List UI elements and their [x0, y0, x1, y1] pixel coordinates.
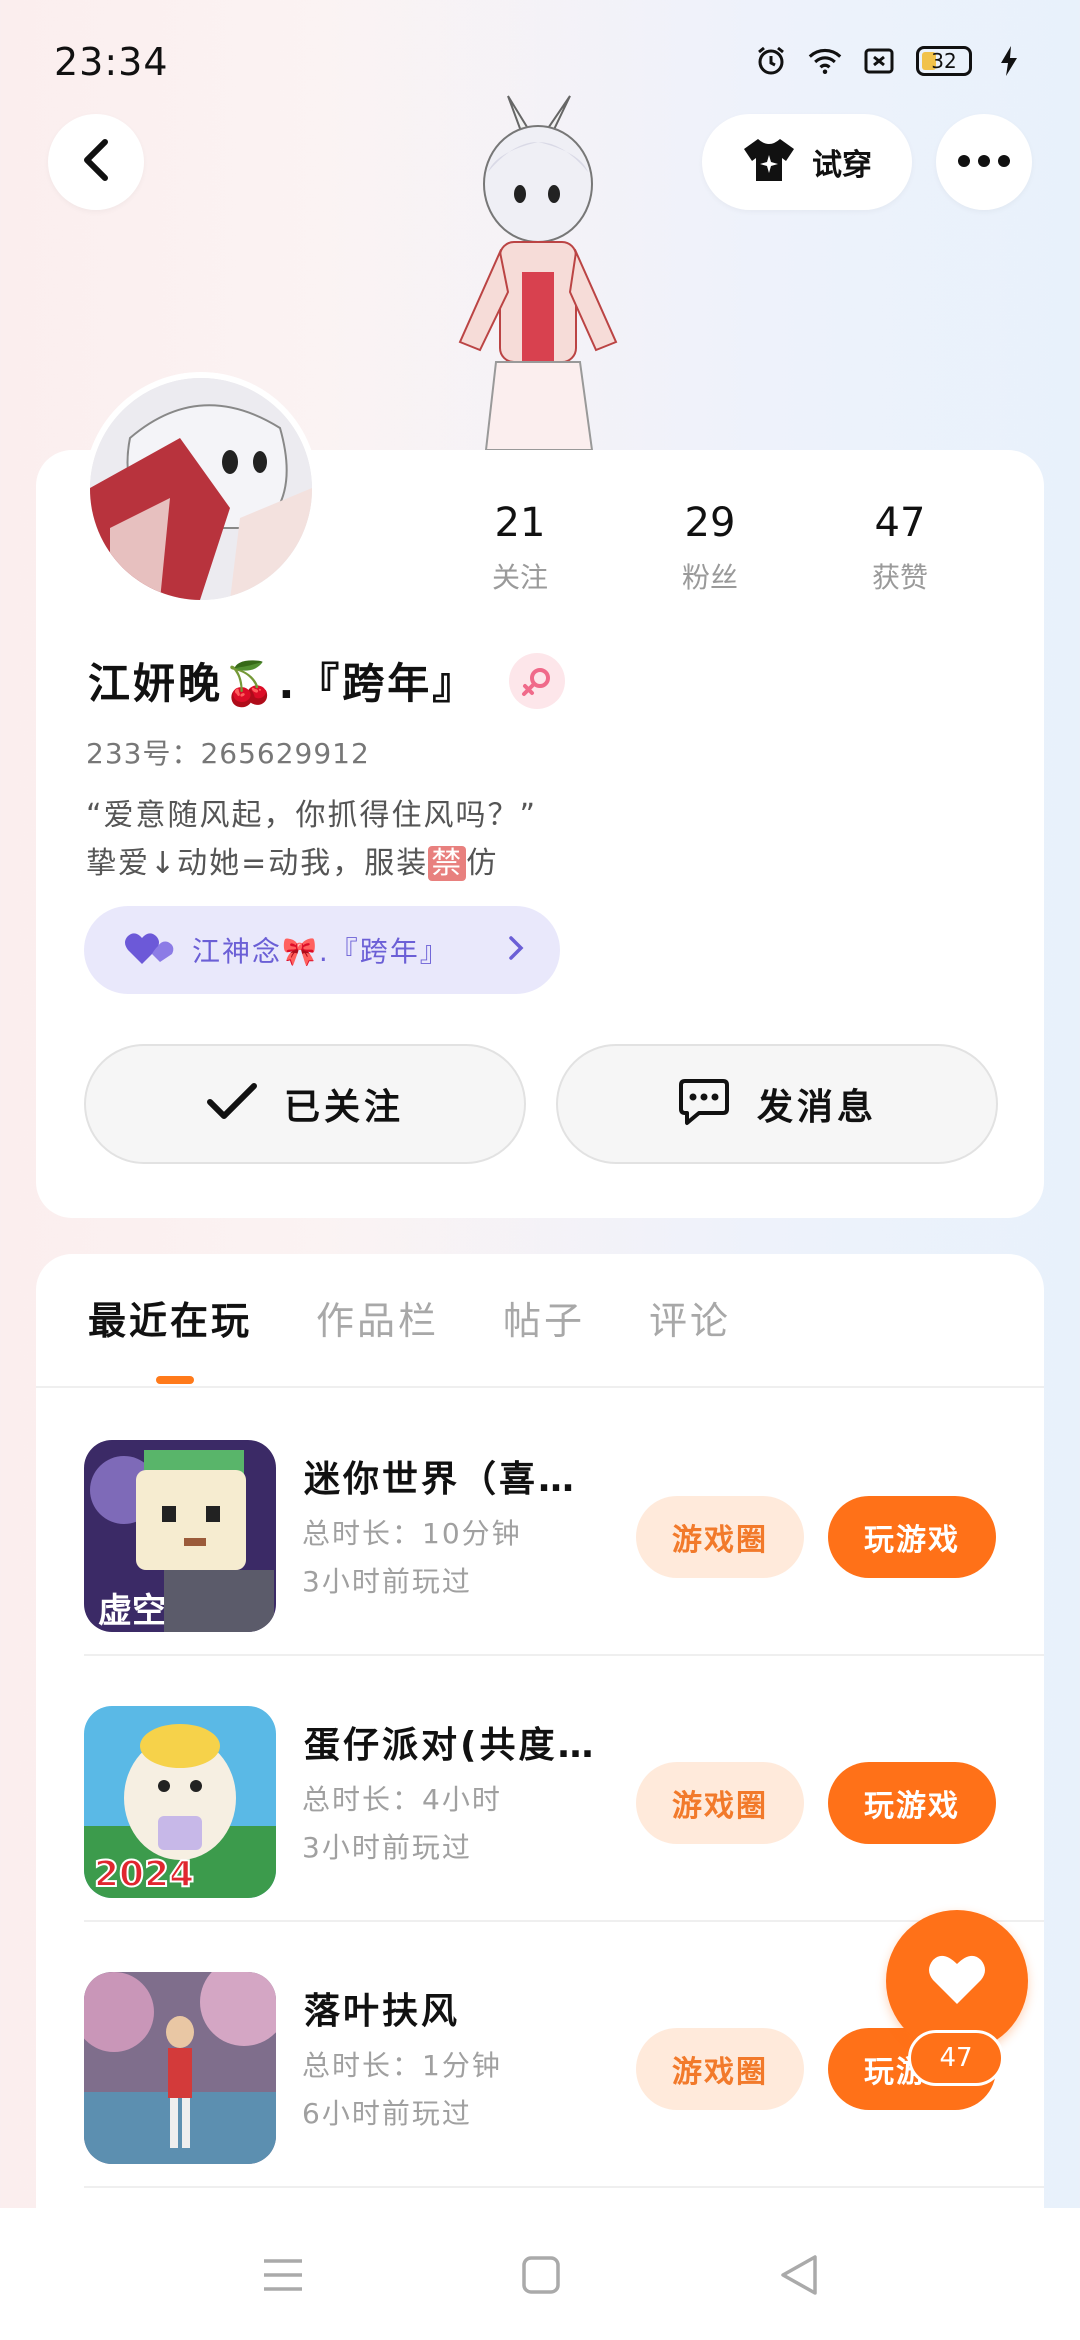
wifi-icon [808, 44, 842, 78]
game-circle-button[interactable]: 游戏圈 [636, 1762, 804, 1844]
followed-label: 已关注 [283, 1087, 404, 1128]
message-icon [677, 1077, 731, 1131]
tab-posts[interactable]: 帖子 [503, 1290, 585, 1345]
sim-icon [862, 44, 896, 78]
game-duration: 总时长：1分钟 [302, 2049, 502, 2082]
back-icon [81, 138, 111, 186]
game-thumb-text: 虚空 [98, 1591, 166, 1631]
tab-comments[interactable]: 评论 [649, 1290, 731, 1345]
check-icon [206, 1082, 258, 1126]
game-title: 迷你世界（喜… [304, 1459, 578, 1500]
female-icon [509, 652, 566, 709]
nav-back-icon[interactable] [774, 2250, 824, 2300]
more-button[interactable] [936, 114, 1032, 210]
game-title: 落叶扶风 [304, 1991, 461, 2032]
game-row[interactable]: 2024 蛋仔派对(共度… 总时长：4小时 3小时前玩过 游戏圈 玩游戏 [84, 1656, 1044, 1922]
profile-stats: 21 关注 29 粉丝 47 获赞 [450, 500, 970, 596]
stat-value: 21 [494, 500, 546, 546]
cp-relation-pill[interactable]: 江神念🎀.『跨年』 [84, 906, 560, 994]
battery-icon: 32 [916, 46, 972, 76]
game-last-played: 6小时前玩过 [302, 2097, 472, 2130]
play-game-button[interactable]: 玩游戏 [828, 1496, 996, 1578]
game-thumb-text: 2024 [94, 1854, 194, 1895]
tshirt-icon [742, 137, 796, 187]
stat-value: 29 [684, 500, 736, 546]
bio-line-2-suffix: 仿 [466, 846, 499, 881]
game-duration: 总时长：4小时 [302, 1783, 502, 1816]
game-circle-button[interactable]: 游戏圈 [636, 1496, 804, 1578]
play-game-button[interactable]: 玩游戏 [828, 1762, 996, 1844]
active-tab-indicator [156, 1376, 194, 1384]
tab-recently-played[interactable]: 最近在玩 [88, 1290, 252, 1345]
stat-likes[interactable]: 47 获赞 [830, 500, 970, 596]
status-time: 23:34 [54, 40, 169, 84]
avatar-character-figure [430, 92, 650, 452]
menu-icon[interactable] [258, 2250, 308, 2300]
like-count-badge: 47 [908, 2030, 1004, 2086]
bio-line-2-prefix: 挚爱↓动她=动我，服装 [86, 846, 429, 881]
stat-following[interactable]: 21 关注 [450, 500, 590, 596]
username: 江妍晚🍒.『跨年』 [88, 650, 477, 711]
game-thumbnail[interactable] [84, 1972, 276, 2164]
stat-label: 粉丝 [681, 561, 738, 594]
tabs-divider [36, 1386, 1044, 1388]
game-row[interactable]: 虚空 迷你世界（喜… 总时长：10分钟 3小时前玩过 游戏圈 玩游戏 [84, 1390, 1044, 1656]
username-part2: .『跨年』 [278, 659, 478, 708]
cherry-icon: 🍒 [223, 659, 279, 708]
game-circle-button[interactable]: 游戏圈 [636, 2028, 804, 2110]
charging-icon [992, 44, 1026, 78]
home-icon[interactable] [516, 2250, 566, 2300]
username-part1: 江妍晚 [88, 659, 224, 708]
game-thumbnail[interactable]: 2024 [84, 1706, 276, 1898]
double-heart-icon [124, 930, 178, 970]
heart-icon [927, 1952, 987, 2010]
game-duration: 总时长：10分钟 [302, 1517, 522, 1550]
game-last-played: 3小时前玩过 [302, 1565, 472, 1598]
stat-followers[interactable]: 29 粉丝 [640, 500, 780, 596]
stat-value: 47 [874, 500, 926, 546]
more-icon [957, 153, 1011, 172]
back-button[interactable] [48, 114, 144, 210]
stat-label: 关注 [491, 561, 548, 594]
try-on-button[interactable]: 试穿 [702, 114, 912, 210]
send-message-button[interactable]: 发消息 [556, 1044, 998, 1164]
user-id: 233号：265629912 [86, 737, 370, 770]
username-row: 江妍晚🍒.『跨年』 [88, 650, 566, 711]
tab-works[interactable]: 作品栏 [316, 1290, 439, 1345]
game-last-played: 3小时前玩过 [302, 1831, 472, 1864]
forbidden-badge: 禁 [428, 846, 467, 881]
followed-button[interactable]: 已关注 [84, 1044, 526, 1164]
status-icons: 32 [754, 44, 1026, 78]
bio-line-2: 挚爱↓动她=动我，服装禁仿 [86, 838, 498, 882]
alarm-icon [754, 44, 788, 78]
cp-name: 江神念🎀.『跨年』 [192, 935, 450, 968]
avatar[interactable] [84, 372, 318, 606]
game-thumbnail[interactable]: 虚空 [84, 1440, 276, 1632]
bio-line-1: “爱意随风起，你抓得住风吗？” [86, 798, 538, 833]
stat-label: 获赞 [871, 561, 928, 594]
profile-tabs: 最近在玩 作品栏 帖子 评论 [88, 1290, 731, 1345]
game-title: 蛋仔派对(共度… [304, 1725, 597, 1766]
row-divider [84, 2186, 1044, 2188]
try-on-label: 试穿 [812, 148, 872, 183]
send-message-label: 发消息 [756, 1087, 877, 1128]
chevron-right-icon [508, 935, 524, 965]
